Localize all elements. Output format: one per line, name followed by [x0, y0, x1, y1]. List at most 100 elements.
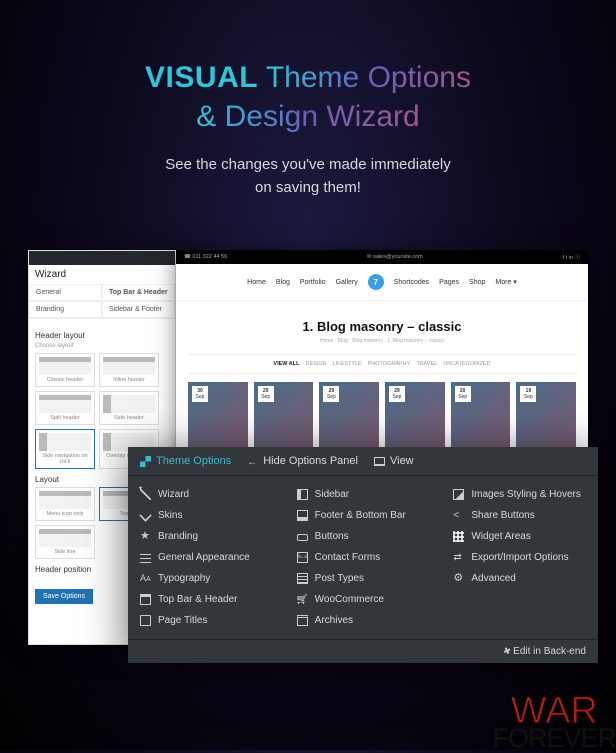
date-badge: 29Sep — [389, 386, 405, 402]
options-item[interactable]: Wizard — [140, 484, 273, 505]
options-item[interactable]: Post Types — [297, 568, 430, 589]
blog-card[interactable]: 20Sep — [451, 382, 511, 452]
options-item[interactable]: Branding — [140, 526, 273, 547]
nav-item[interactable]: Blog — [276, 279, 290, 286]
page-title: VISUAL Theme Options & Design Wizard — [0, 58, 616, 136]
wizard-title: Wizard — [29, 265, 175, 284]
options-item[interactable]: Advanced — [453, 568, 586, 589]
popup-tab[interactable]: View — [374, 455, 414, 467]
footer-icon — [297, 510, 308, 521]
blog-card[interactable]: 30Sep — [188, 382, 248, 452]
watermark: WAR FOREVER — [492, 695, 616, 750]
options-item[interactable]: Contact Forms — [297, 547, 430, 568]
popup-column-1: WizardSkinsBrandingGeneral AppearanceTyp… — [128, 484, 285, 631]
edit-backend-link[interactable]: Edit in Back-end — [513, 646, 586, 657]
filter-item[interactable]: DESIGN — [305, 361, 326, 367]
mail-icon — [297, 552, 308, 563]
subtitle: See the changes you've made immediately … — [0, 154, 616, 199]
options-item[interactable]: WooCommerce — [297, 589, 430, 610]
tools-icon — [140, 456, 151, 467]
wizard-tab-sidebar-footer[interactable]: Sidebar & Footer — [102, 301, 175, 318]
blog-card[interactable]: 29Sep — [319, 382, 379, 452]
options-item[interactable]: Skins — [140, 505, 273, 526]
options-item[interactable]: Typography — [140, 568, 273, 589]
layout-option[interactable]: Side line — [35, 525, 95, 559]
hero: VISUAL Theme Options & Design Wizard See… — [0, 0, 616, 199]
options-item[interactable]: Images Styling & Hovers — [453, 484, 586, 505]
title-strong: VISUAL — [145, 61, 258, 94]
sliders-icon — [140, 552, 151, 563]
widget-icon — [453, 531, 464, 542]
site-logo[interactable]: 7 — [368, 274, 384, 290]
popup-tab[interactable]: Theme Options — [140, 455, 231, 467]
nav-item[interactable]: Gallery — [336, 279, 358, 286]
subtitle-line-2: on saving them! — [255, 179, 361, 196]
blog-card[interactable]: 29Sep — [385, 382, 445, 452]
options-item[interactable]: Export/Import Options — [453, 547, 586, 568]
watermark-line-2: FOREVER — [492, 727, 616, 750]
star-icon — [140, 531, 151, 542]
options-item[interactable]: Widget Areas — [453, 526, 586, 547]
wand-icon — [140, 489, 151, 500]
nav-item[interactable]: Shop — [469, 279, 485, 286]
popup-body: WizardSkinsBrandingGeneral AppearanceTyp… — [128, 476, 598, 639]
layout-option[interactable]: Classic header — [35, 353, 95, 387]
nav-item[interactable]: Shortcodes — [394, 279, 429, 286]
button-icon — [297, 534, 308, 541]
choose-layout-label: Choose layout — [35, 343, 169, 349]
options-item[interactable]: Top Bar & Header — [140, 589, 273, 610]
sidebar-icon — [297, 489, 308, 500]
blog-card[interactable]: 29Sep — [254, 382, 314, 452]
layout-option[interactable]: Split header — [35, 391, 95, 425]
options-item[interactable]: General Appearance — [140, 547, 273, 568]
archive-icon — [297, 615, 308, 626]
date-badge: 29Sep — [258, 386, 274, 402]
filter-item[interactable]: LIFESTYLE — [333, 361, 362, 367]
layout-option[interactable]: Side navigation on click — [35, 429, 95, 469]
wizard-tabs: General Top Bar & Header Branding Sideba… — [29, 284, 175, 319]
layout-option[interactable]: Inline header — [99, 353, 159, 387]
filter-item[interactable]: PHOTOGRAPHY — [368, 361, 411, 367]
title-rest-1: Theme Options — [266, 61, 471, 94]
wizard-tab-branding[interactable]: Branding — [29, 301, 102, 318]
title-rest-2: & Design Wizard — [196, 100, 419, 133]
wizard-tab-topbar-header[interactable]: Top Bar & Header — [102, 284, 175, 301]
gear-icon — [453, 573, 464, 584]
type-icon — [140, 573, 151, 584]
nav-item[interactable]: Portfolio — [300, 279, 326, 286]
layout-option[interactable]: Side header — [99, 391, 159, 425]
popup-column-3: Images Styling & HoversShare ButtonsWidg… — [441, 484, 598, 631]
filter-item[interactable]: TRAVEL — [416, 361, 437, 367]
site-topbar: ☎ 011 322 44 56 ✉ sales@yoursite.com f t… — [176, 250, 588, 264]
doc-icon — [297, 573, 308, 584]
topbar-social[interactable]: f t in ⓘ — [563, 253, 580, 261]
cart-icon — [297, 594, 308, 605]
filter-item[interactable]: UNCATEGORIZED — [443, 361, 490, 367]
options-item[interactable]: Buttons — [297, 526, 430, 547]
theme-options-popup: Theme Options Hide Options Panel View Wiza… — [128, 447, 598, 663]
share-icon — [453, 510, 464, 521]
layout-icon — [140, 594, 151, 605]
popup-tab[interactable]: Hide Options Panel — [247, 455, 358, 467]
nav-item[interactable]: Pages — [439, 279, 459, 286]
options-item[interactable]: Sidebar — [297, 484, 430, 505]
options-item[interactable]: Footer & Bottom Bar — [297, 505, 430, 526]
popup-header: Theme Options Hide Options Panel View — [128, 447, 598, 476]
options-item[interactable]: Archives — [297, 610, 430, 631]
site-nav: Home Blog Portfolio Gallery 7 Shortcodes Pages… — [176, 264, 588, 301]
save-options-button[interactable]: Save Options — [35, 589, 93, 604]
page-icon — [140, 615, 151, 626]
layout-option[interactable]: Menu icon only — [35, 487, 95, 521]
filter-item[interactable]: VIEW ALL — [273, 361, 299, 367]
wrench-icon — [499, 646, 510, 657]
date-badge: 30Sep — [192, 386, 208, 402]
wizard-tab-general[interactable]: General — [29, 284, 102, 301]
nav-item[interactable]: Home — [247, 279, 266, 286]
wp-admin-bar[interactable] — [29, 251, 175, 265]
blog-card[interactable]: 19Sep — [516, 382, 576, 452]
options-item[interactable]: Page Titles — [140, 610, 273, 631]
nav-item[interactable]: More ▾ — [495, 278, 516, 286]
arrow-icon — [247, 456, 258, 467]
date-badge: 19Sep — [520, 386, 536, 402]
options-item[interactable]: Share Buttons — [453, 505, 586, 526]
